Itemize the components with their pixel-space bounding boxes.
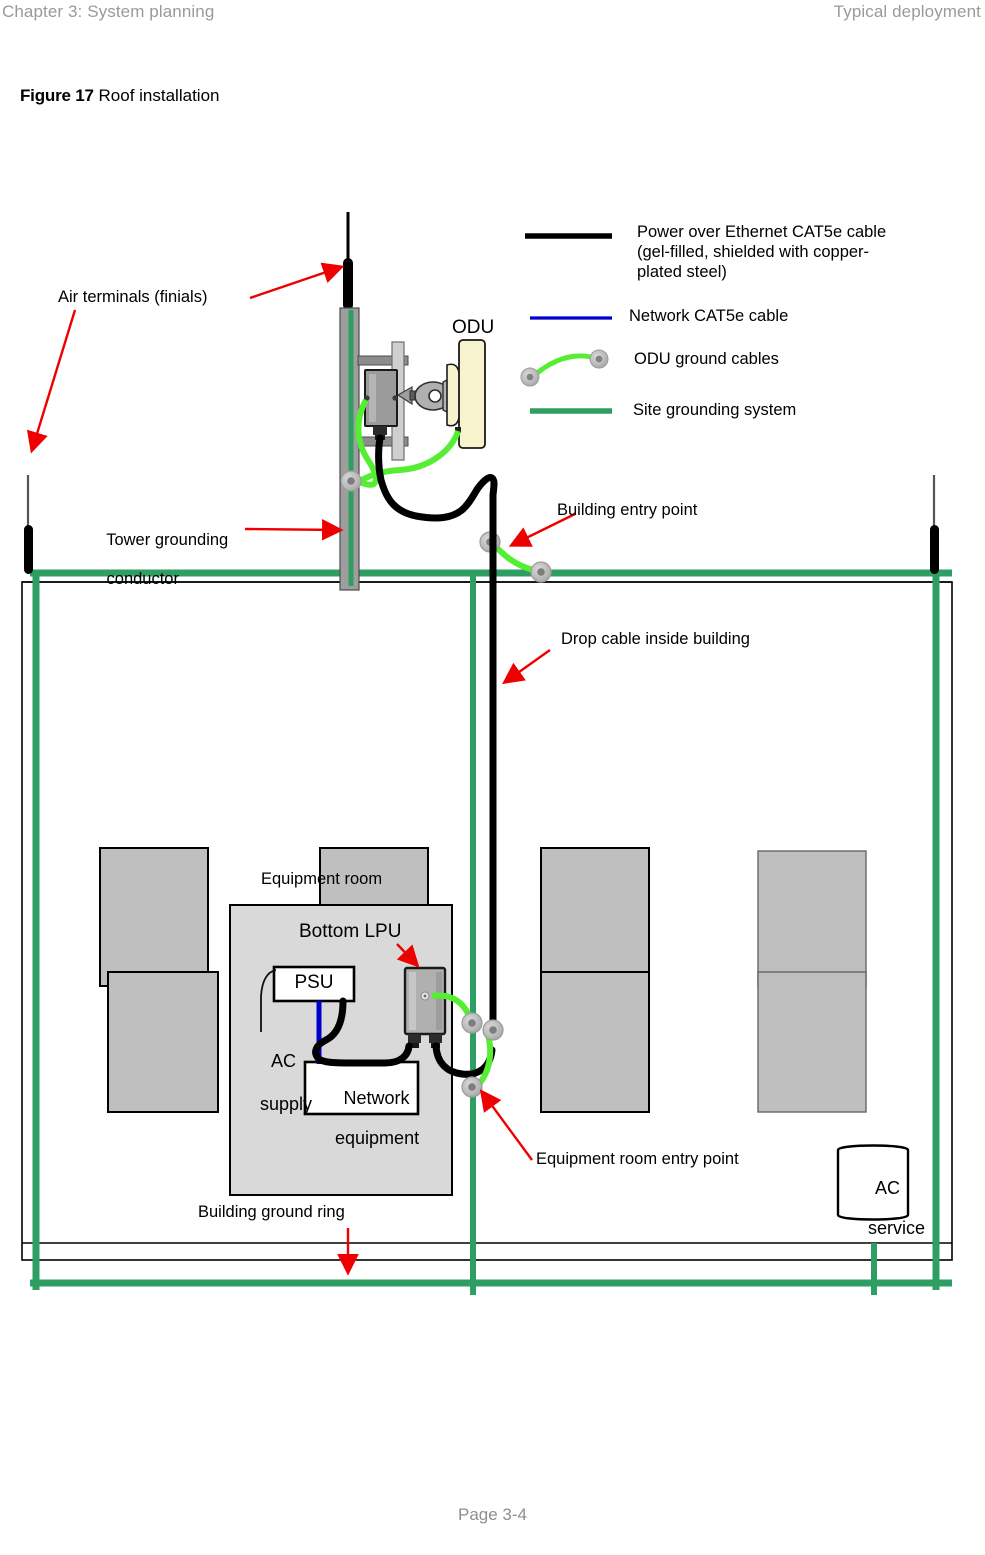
label-tower-grounding-line1: Tower grounding — [106, 531, 229, 550]
label-drop-cable-inside-building: Drop cable inside building — [561, 630, 750, 648]
label-network-equipment: Network equipment — [305, 1068, 420, 1169]
room-block — [540, 847, 650, 987]
label-ac-service-line1: AC — [875, 1178, 901, 1199]
figure-number: Figure 17 — [20, 86, 94, 105]
arrow-air-terminals-top — [249, 262, 345, 300]
odu-body — [458, 339, 486, 449]
arrow-drop-cable — [502, 649, 551, 685]
ground-lug-er-a — [461, 1012, 483, 1034]
header-section: Typical deployment — [833, 2, 981, 21]
room-block — [757, 850, 867, 987]
label-ac-supply-line1: AC — [271, 1051, 297, 1072]
label-building-ground-ring: Building ground ring — [198, 1203, 345, 1221]
legend-poe-line2: (gel-filled, shielded with copper- — [637, 242, 870, 261]
document-page: Chapter 3: System planning Typical deplo… — [0, 0, 985, 1555]
figure-caption: Figure 17 Roof installation — [20, 86, 219, 106]
label-tower-grounding-conductor: Tower grounding conductor — [79, 512, 228, 609]
legend-swatches — [520, 233, 612, 414]
arrow-air-terminals-left — [26, 309, 77, 454]
label-bottom-lpu: Bottom LPU — [299, 921, 402, 942]
label-psu: PSU — [294, 972, 334, 993]
label-network-equipment-line1: Network — [343, 1088, 410, 1109]
label-tower-grounding-line2: conductor — [106, 570, 179, 589]
label-building-entry-point: Building entry point — [557, 501, 698, 519]
legend-label-site-grounding: Site grounding system — [633, 401, 797, 419]
room-block — [99, 847, 209, 987]
legend-lug-right — [589, 349, 609, 369]
ground-lug-mast — [340, 470, 362, 492]
figure-title: Roof installation — [98, 86, 220, 105]
odu-ground-cables — [340, 398, 552, 583]
room-block — [540, 971, 650, 1113]
label-equipment-room-entry-point: Equipment room entry point — [536, 1150, 739, 1168]
legend-poe-line1: Power over Ethernet CAT5e cable — [637, 223, 887, 241]
page-footer: Page 3-4 — [458, 1505, 527, 1524]
legend-swatch-odu-ground-cable — [529, 353, 599, 380]
legend-label-odu-ground-cables: ODU ground cables — [634, 350, 779, 368]
air-terminal-left — [24, 475, 33, 574]
room-block — [757, 971, 867, 1113]
air-terminal-right — [930, 475, 939, 574]
arrow-tower-grounding — [244, 519, 344, 541]
label-air-terminals: Air terminals (finials) — [58, 288, 208, 306]
legend-poe-line3: plated steel) — [637, 262, 727, 281]
ground-lug-er-b — [482, 1019, 504, 1041]
arrow-equipment-room-entry — [479, 1089, 533, 1161]
label-ac-service: AC service — [838, 1158, 925, 1259]
room-blocks-upper — [99, 847, 867, 987]
roof-installation-diagram: Power over Ethernet CAT5e cable (gel-fil… — [0, 150, 985, 1350]
label-equipment-room: Equipment room — [261, 870, 383, 888]
label-network-equipment-line2: equipment — [335, 1128, 420, 1149]
header-chapter: Chapter 3: System planning — [2, 2, 215, 21]
odu-unit — [446, 339, 486, 449]
label-ac-service-line2: service — [868, 1218, 926, 1239]
mast-structure — [339, 307, 409, 591]
air-terminal-mast-top — [343, 212, 353, 310]
label-ac-supply: AC supply — [230, 1030, 312, 1136]
ground-lug-entry-ring — [530, 561, 552, 583]
label-odu: ODU — [452, 317, 495, 338]
legend-lug-left — [520, 367, 540, 387]
legend-label-poe-cable: Power over Ethernet CAT5e cable (gel-fil… — [637, 223, 957, 282]
legend-label-network-cable: Network CAT5e cable — [629, 307, 789, 325]
ground-lug-er-c — [461, 1076, 483, 1098]
room-block — [107, 971, 219, 1113]
